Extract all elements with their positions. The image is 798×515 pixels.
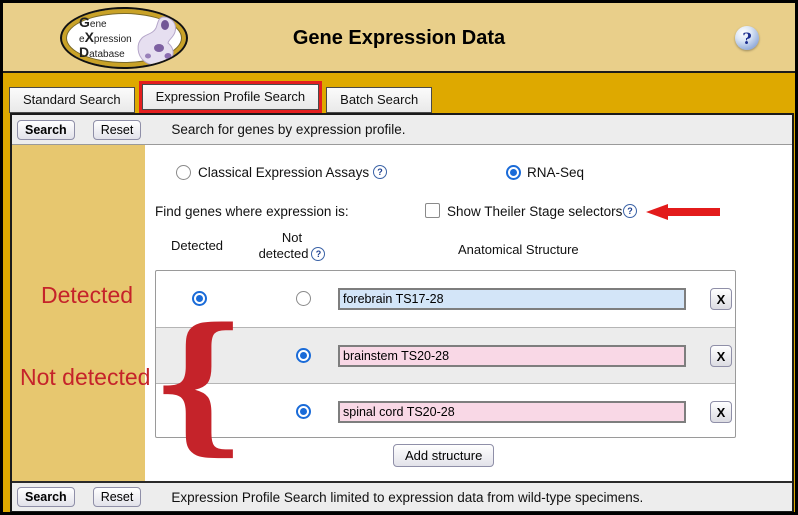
find-genes-label: Find genes where expression is: xyxy=(155,204,349,219)
structure-row: spinal cord TS20-28 X xyxy=(156,383,735,439)
body-row: Detected Not detected { Classical Expres… xyxy=(12,145,792,481)
theiler-stage-help-icon[interactable]: ? xyxy=(623,204,637,218)
detected-radio[interactable] xyxy=(192,291,207,306)
column-header-detected: Detected xyxy=(171,238,223,253)
structure-field[interactable]: forebrain TS17-28 xyxy=(338,288,686,310)
header: Gene eXpression Database Gene Expression… xyxy=(3,3,795,73)
column-header-anatomical-structure: Anatomical Structure xyxy=(458,242,579,257)
not-detected-radio[interactable] xyxy=(296,291,311,306)
theiler-stage-checkbox[interactable] xyxy=(425,203,440,218)
structure-row: brainstem TS20-28 X xyxy=(156,327,735,383)
page-help-icon[interactable]: ? xyxy=(735,26,759,50)
not-detected-radio[interactable] xyxy=(296,348,311,363)
tab-batch-search[interactable]: Batch Search xyxy=(326,87,432,113)
reset-button-bottom[interactable]: Reset xyxy=(93,487,142,507)
gxd-page: Gene eXpression Database Gene Expression… xyxy=(0,0,798,515)
bottom-toolbar-caption: Expression Profile Search limited to exp… xyxy=(171,490,643,505)
classical-assays-help-icon[interactable]: ? xyxy=(373,165,387,179)
embryo-image xyxy=(134,15,178,67)
remove-structure-button[interactable]: X xyxy=(710,401,732,423)
bottom-toolbar: Search Reset Expression Profile Search l… xyxy=(12,481,792,511)
tab-bar: Standard Search Expression Profile Searc… xyxy=(3,75,795,113)
main-panel: { Classical Expression Assays ? RNA-Seq … xyxy=(145,145,792,481)
add-structure-button[interactable]: Add structure xyxy=(393,444,494,467)
theiler-stage-label: Show Theiler Stage selectors xyxy=(447,204,622,219)
rnaseq-label: RNA-Seq xyxy=(527,165,584,180)
sidebar: Detected Not detected xyxy=(12,145,145,481)
reset-button-top[interactable]: Reset xyxy=(93,120,142,140)
arrow-shaft xyxy=(666,208,720,216)
annotation-not-detected-label: Not detected xyxy=(20,364,150,391)
rnaseq-radio[interactable] xyxy=(506,165,521,180)
not-detected-help-icon[interactable]: ? xyxy=(311,247,325,261)
search-button-top[interactable]: Search xyxy=(17,120,75,140)
detected-radio[interactable] xyxy=(192,348,207,363)
tab-standard-search[interactable]: Standard Search xyxy=(9,87,135,113)
top-toolbar: Search Reset Search for genes by express… xyxy=(12,115,792,145)
structure-field[interactable]: spinal cord TS20-28 xyxy=(338,401,686,423)
column-header-not-detected: Not detected? xyxy=(253,230,331,262)
remove-structure-button[interactable]: X xyxy=(710,288,732,310)
classical-assays-radio[interactable] xyxy=(176,165,191,180)
classical-assays-label: Classical Expression Assays xyxy=(198,165,369,180)
top-toolbar-caption: Search for genes by expression profile. xyxy=(171,122,405,137)
detected-radio[interactable] xyxy=(192,404,207,419)
remove-structure-button[interactable]: X xyxy=(710,345,732,367)
arrow-head xyxy=(646,204,668,220)
annotation-arrow xyxy=(646,204,720,220)
gxd-logo[interactable]: Gene eXpression Database xyxy=(60,7,188,69)
structure-field[interactable]: brainstem TS20-28 xyxy=(338,345,686,367)
content-panel: Search Reset Search for genes by express… xyxy=(10,113,794,513)
active-tab-highlight-box: Expression Profile Search xyxy=(139,81,323,113)
search-button-bottom[interactable]: Search xyxy=(17,487,75,507)
not-detected-radio[interactable] xyxy=(296,404,311,419)
gxd-logo-text: Gene eXpression Database xyxy=(79,16,132,61)
structure-rows-container: forebrain TS17-28 X brainstem TS20-28 X … xyxy=(155,270,736,438)
annotation-detected-label: Detected xyxy=(41,282,133,309)
tab-expression-profile-search[interactable]: Expression Profile Search xyxy=(142,84,320,110)
structure-row: forebrain TS17-28 X xyxy=(156,271,735,327)
